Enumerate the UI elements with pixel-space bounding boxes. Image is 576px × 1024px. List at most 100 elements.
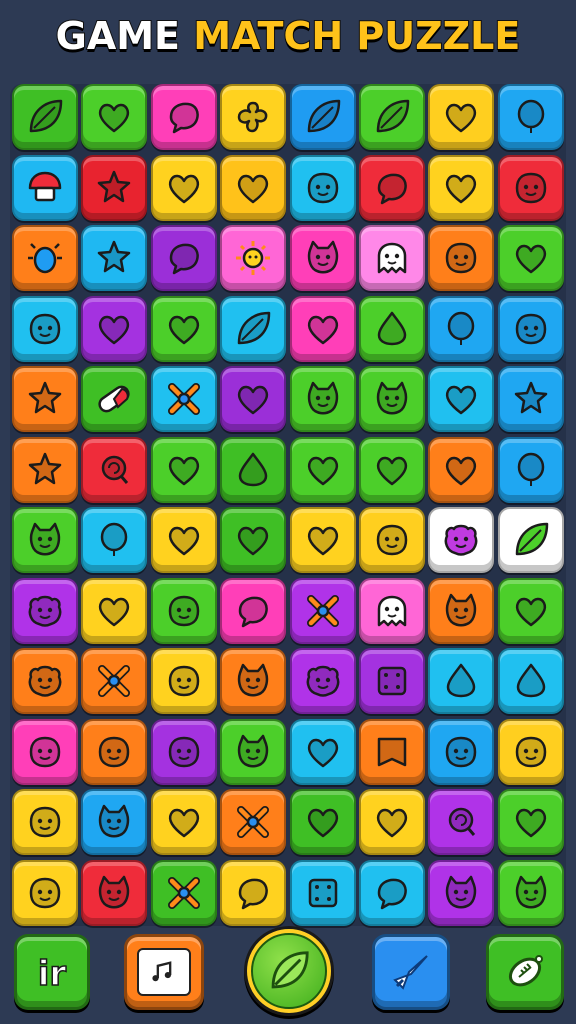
tile-r9-c6[interactable]	[358, 648, 425, 714]
tile-r12-c8[interactable]	[497, 859, 564, 926]
tile-r9-c4[interactable]	[220, 648, 287, 714]
tile-r9-c3[interactable]	[150, 648, 217, 714]
tile-r8-c2[interactable]	[81, 577, 148, 644]
tile-r5-c7[interactable]	[428, 366, 495, 432]
tile-r2-c6[interactable]	[358, 154, 425, 221]
tile-r12-c2[interactable]	[81, 859, 148, 926]
tile-r1-c8[interactable]	[497, 84, 564, 150]
tile-r7-c8[interactable]	[497, 507, 564, 573]
tile-r4-c5[interactable]	[289, 295, 356, 362]
tile-r9-c8[interactable]	[497, 648, 564, 714]
tile-r12-c1[interactable]	[12, 859, 78, 926]
tile-r12-c4[interactable]	[220, 859, 287, 926]
tile-r12-c5[interactable]	[289, 859, 356, 926]
tile-r4-c4[interactable]	[220, 295, 287, 362]
tile-r6-c6[interactable]	[358, 436, 425, 503]
tile-r8-c4[interactable]	[220, 577, 287, 644]
tile-r3-c6[interactable]	[358, 225, 425, 291]
tile-r7-c5[interactable]	[289, 507, 356, 573]
tile-r5-c3[interactable]	[150, 366, 217, 432]
tile-r2-c8[interactable]	[497, 154, 564, 221]
play-button[interactable]	[244, 926, 334, 1016]
tile-r5-c8[interactable]	[497, 366, 564, 432]
tile-r5-c6[interactable]	[358, 366, 425, 432]
tile-r2-c1[interactable]	[12, 154, 78, 221]
tile-r12-c6[interactable]	[358, 859, 425, 926]
tile-r1-c1[interactable]	[12, 84, 78, 150]
tile-r6-c7[interactable]	[428, 436, 495, 503]
music-button[interactable]	[124, 934, 204, 1010]
tile-r7-c2[interactable]	[81, 507, 148, 573]
tile-r11-c6[interactable]	[358, 789, 425, 855]
tile-r11-c1[interactable]	[12, 789, 78, 855]
tile-r10-c1[interactable]	[12, 718, 78, 785]
tile-r3-c7[interactable]	[428, 225, 495, 291]
tile-r12-c3[interactable]	[150, 859, 217, 926]
tile-r3-c4[interactable]	[220, 225, 287, 291]
tile-r4-c1[interactable]	[12, 295, 78, 362]
tile-r5-c5[interactable]	[289, 366, 356, 432]
tile-r4-c2[interactable]	[81, 295, 148, 362]
tile-r11-c8[interactable]	[497, 789, 564, 855]
tile-r7-c3[interactable]	[150, 507, 217, 573]
tile-r7-c7[interactable]	[428, 507, 495, 573]
tile-r7-c4[interactable]	[220, 507, 287, 573]
tile-r8-c6[interactable]	[358, 577, 425, 644]
tile-r3-c1[interactable]	[12, 225, 78, 291]
tile-r5-c4[interactable]	[220, 366, 287, 432]
tile-r8-c1[interactable]	[12, 577, 78, 644]
tile-r1-c5[interactable]	[289, 84, 356, 150]
tile-r3-c2[interactable]	[81, 225, 148, 291]
tile-r3-c3[interactable]	[150, 225, 217, 291]
tile-r6-c3[interactable]	[150, 436, 217, 503]
tile-r8-c7[interactable]	[428, 577, 495, 644]
tile-r8-c5[interactable]	[289, 577, 356, 644]
rocket-button[interactable]	[372, 934, 450, 1010]
tile-r10-c6[interactable]	[358, 718, 425, 785]
tile-r6-c5[interactable]	[289, 436, 356, 503]
tile-r11-c7[interactable]	[428, 789, 495, 855]
tile-r1-c3[interactable]	[150, 84, 217, 150]
tile-r1-c7[interactable]	[428, 84, 495, 150]
tile-r2-c2[interactable]	[81, 154, 148, 221]
tile-r4-c6[interactable]	[358, 295, 425, 362]
tile-r8-c8[interactable]	[497, 577, 564, 644]
tile-r1-c2[interactable]	[81, 84, 148, 150]
sports-button[interactable]	[486, 934, 564, 1010]
tile-r4-c3[interactable]	[150, 295, 217, 362]
tile-r9-c7[interactable]	[428, 648, 495, 714]
tile-r10-c2[interactable]	[81, 718, 148, 785]
tile-r4-c7[interactable]	[428, 295, 495, 362]
tile-r12-c7[interactable]	[428, 859, 495, 926]
tile-r11-c4[interactable]	[220, 789, 287, 855]
tile-r5-c1[interactable]	[12, 366, 78, 432]
tile-r2-c5[interactable]	[289, 154, 356, 221]
tile-r11-c3[interactable]	[150, 789, 217, 855]
tile-r7-c1[interactable]	[12, 507, 78, 573]
tile-r2-c7[interactable]	[428, 154, 495, 221]
tile-r10-c7[interactable]	[428, 718, 495, 785]
ir-button[interactable]: ir	[14, 934, 90, 1010]
tile-r6-c1[interactable]	[12, 436, 78, 503]
tile-r1-c4[interactable]	[220, 84, 287, 150]
tile-r10-c5[interactable]	[289, 718, 356, 785]
tile-r3-c8[interactable]	[497, 225, 564, 291]
tile-r6-c4[interactable]	[220, 436, 287, 503]
tile-r1-c6[interactable]	[358, 84, 425, 150]
tile-r6-c2[interactable]	[81, 436, 148, 503]
tile-r3-c5[interactable]	[289, 225, 356, 291]
tile-r9-c2[interactable]	[81, 648, 148, 714]
tile-r9-c1[interactable]	[12, 648, 78, 714]
tile-r11-c2[interactable]	[81, 789, 148, 855]
tile-r8-c3[interactable]	[150, 577, 217, 644]
tile-r7-c6[interactable]	[358, 507, 425, 573]
tile-r10-c8[interactable]	[497, 718, 564, 785]
tile-r11-c5[interactable]	[289, 789, 356, 855]
tile-r2-c4[interactable]	[220, 154, 287, 221]
tile-r5-c2[interactable]	[81, 366, 148, 432]
tile-r9-c5[interactable]	[289, 648, 356, 714]
tile-r10-c4[interactable]	[220, 718, 287, 785]
tile-r6-c8[interactable]	[497, 436, 564, 503]
tile-r4-c8[interactable]	[497, 295, 564, 362]
tile-r2-c3[interactable]	[150, 154, 217, 221]
